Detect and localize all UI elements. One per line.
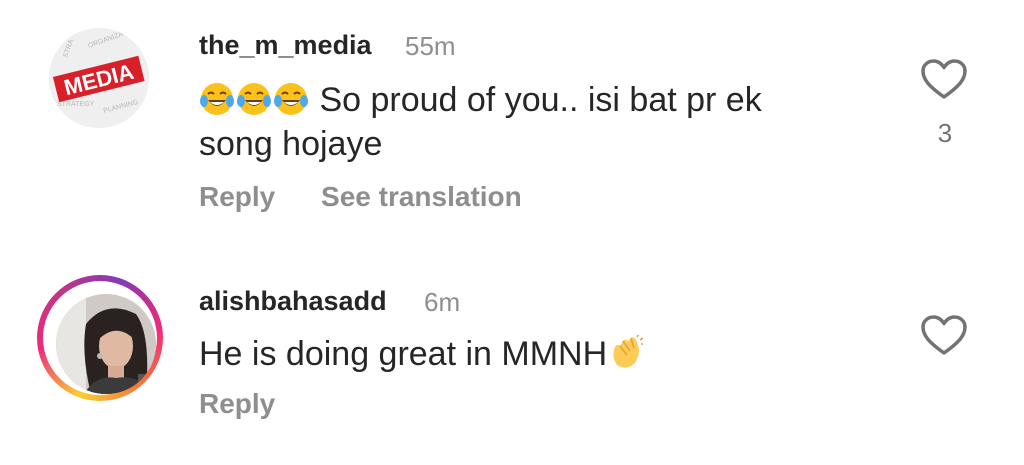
joy-emoji (199, 81, 235, 117)
profile-photo (56, 294, 156, 394)
comment-username[interactable]: the_m_media (199, 30, 372, 61)
comment-item: ORGANIZATION STRA PLANNING STRATEGY MEDI… (0, 0, 1024, 240)
avatar[interactable]: ORGANIZATION STRA PLANNING STRATEGY MEDI… (49, 28, 149, 128)
reply-button[interactable]: Reply (199, 388, 275, 419)
comment-text: He is doing great in MMNH (199, 332, 644, 376)
comment-text: So proud of you.. isi bat pr ek song hoj… (199, 78, 809, 166)
like-button[interactable] (920, 58, 968, 100)
avatar[interactable] (56, 294, 156, 394)
comment-body: He is doing great in MMNH (199, 335, 608, 373)
comment-item: alishbahasadd 6m He is doing great in MM… (0, 262, 1024, 462)
like-count: 3 (937, 118, 953, 148)
svg-text:STRATEGY: STRATEGY (57, 101, 95, 108)
joy-emoji (236, 81, 272, 117)
joy-emoji (273, 81, 309, 117)
comment-timestamp: 6m (424, 287, 461, 317)
comment-username[interactable]: alishbahasadd (199, 286, 387, 317)
heart-outline-icon (921, 59, 967, 99)
clapping-hands-emoji (607, 335, 644, 371)
see-translation-button[interactable]: See translation (321, 181, 522, 212)
reply-button[interactable]: Reply (199, 181, 275, 212)
comment-timestamp: 55m (405, 31, 456, 61)
comment-actions: Reply (199, 388, 313, 420)
heart-outline-icon (921, 315, 967, 355)
story-ring[interactable] (37, 275, 163, 401)
media-logo-image: ORGANIZATION STRA PLANNING STRATEGY MEDI… (49, 28, 149, 128)
comment-actions: Reply See translation (199, 181, 560, 213)
like-button[interactable] (920, 314, 968, 356)
